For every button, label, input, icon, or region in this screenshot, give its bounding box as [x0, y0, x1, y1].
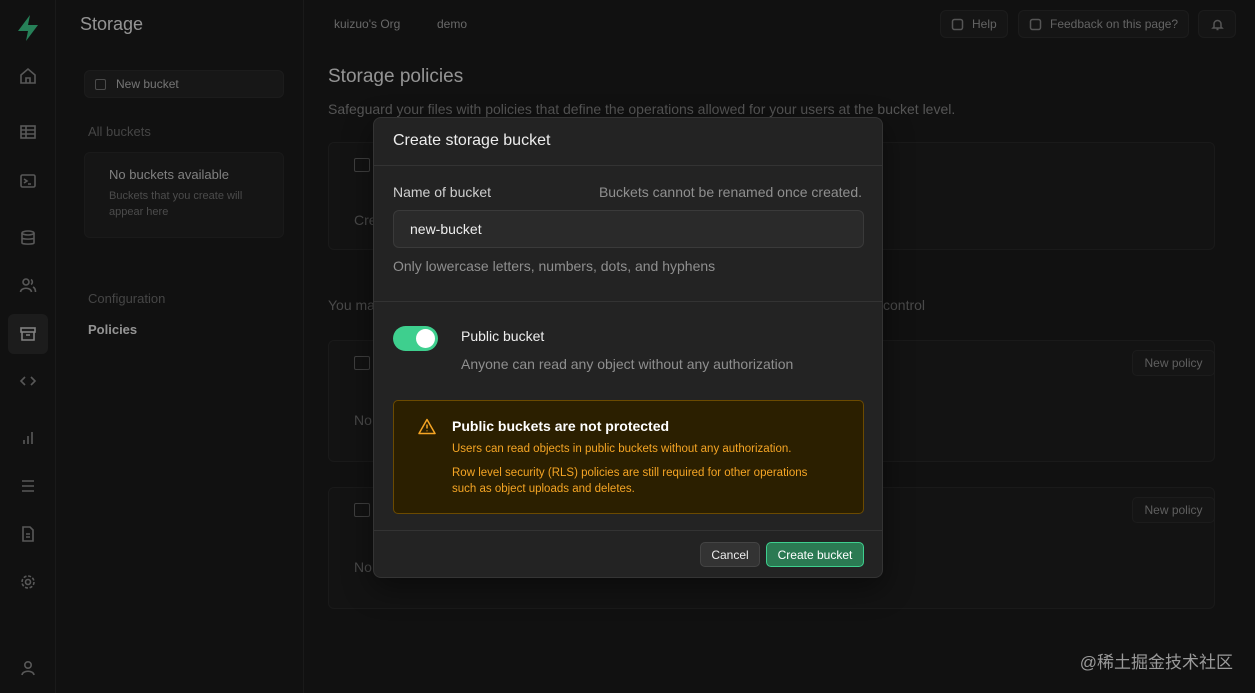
toggle-knob: [416, 329, 435, 348]
create-bucket-button[interactable]: Create bucket: [766, 542, 864, 567]
modal-title: Create storage bucket: [374, 118, 882, 166]
warning-line: Users can read objects in public buckets…: [452, 443, 792, 455]
warning-line: such as object uploads and deletes.: [452, 483, 635, 495]
bucket-name-hint: Buckets cannot be renamed once created.: [598, 184, 862, 200]
public-bucket-warning: Public buckets are not protected Users c…: [393, 400, 864, 514]
create-bucket-modal: Create storage bucket Name of bucket Buc…: [373, 117, 883, 578]
bucket-name-input[interactable]: [393, 210, 864, 248]
public-bucket-label: Public bucket: [461, 328, 545, 344]
divider: [374, 301, 882, 302]
warning-icon: [418, 418, 436, 435]
warning-title: Public buckets are not protected: [452, 418, 670, 434]
cancel-button[interactable]: Cancel: [700, 542, 760, 567]
public-bucket-toggle[interactable]: [393, 326, 438, 351]
warning-line: Row level security (RLS) policies are st…: [452, 467, 808, 479]
bucket-name-help: Only lowercase letters, numbers, dots, a…: [393, 258, 716, 274]
bucket-name-label: Name of bucket: [393, 184, 492, 200]
watermark: @稀土掘金技术社区: [1079, 653, 1233, 672]
public-bucket-description: Anyone can read any object without any a…: [461, 356, 794, 372]
